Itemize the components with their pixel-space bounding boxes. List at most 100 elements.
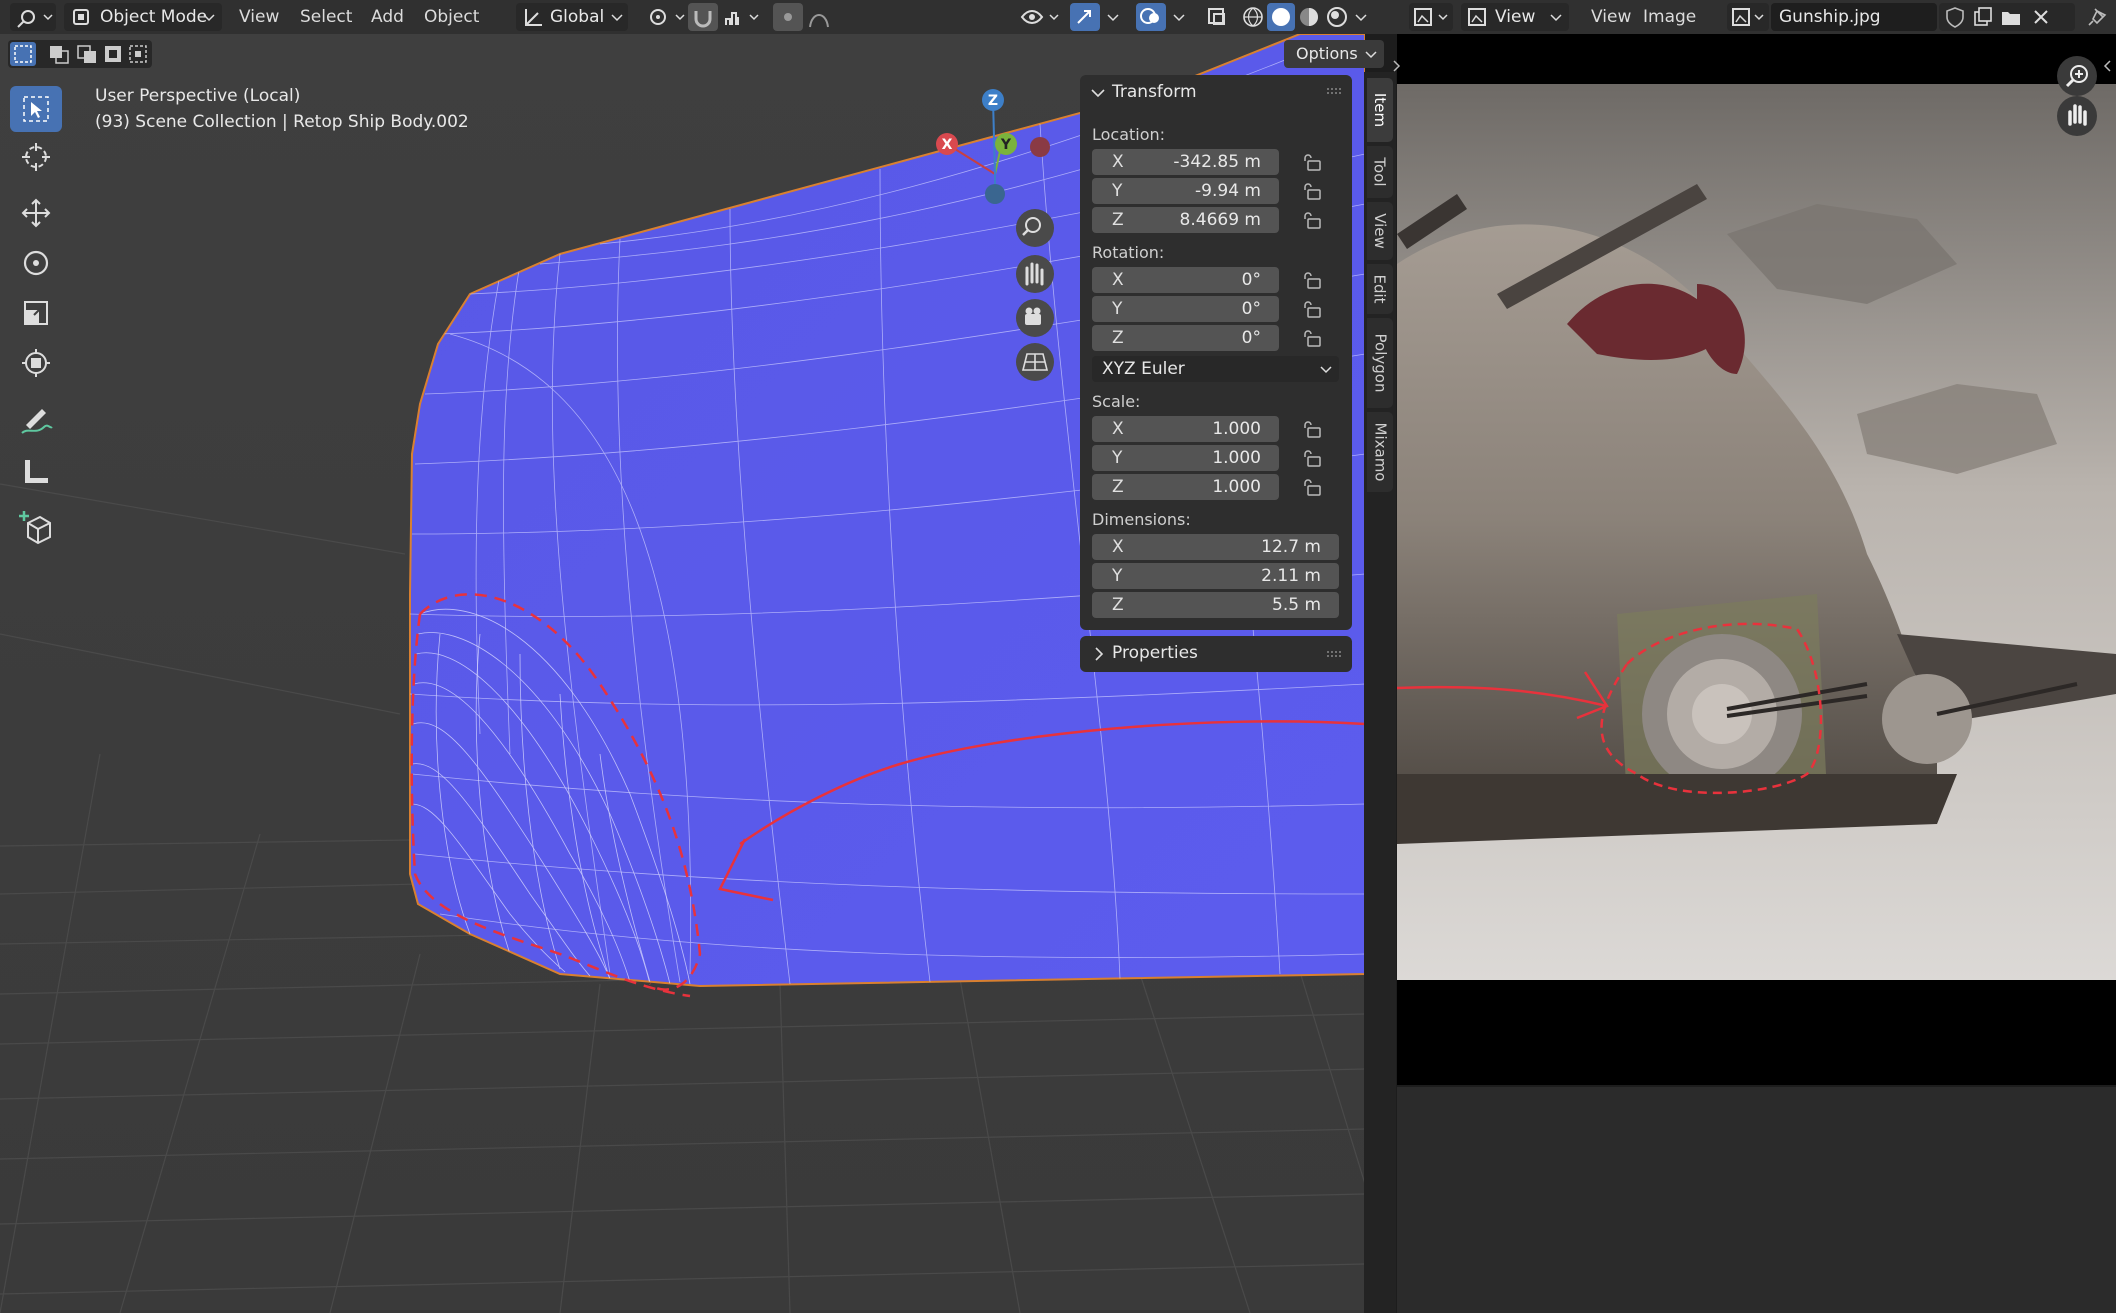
xray-icon[interactable]: [1205, 5, 1231, 29]
rotation-mode-dropdown[interactable]: XYZ Euler: [1092, 356, 1339, 382]
expand-arrow-icon[interactable]: [2102, 58, 2112, 74]
unlock-icon[interactable]: [1302, 449, 1322, 467]
unlock-icon[interactable]: [1302, 300, 1322, 318]
tool-move[interactable]: [10, 190, 62, 236]
pan-button[interactable]: [2057, 96, 2097, 136]
tab-label: Tool: [1371, 157, 1390, 187]
image-browse-button[interactable]: [1727, 3, 1769, 31]
scale-icon: [24, 301, 48, 325]
mode-selector[interactable]: Object Mode: [64, 3, 222, 31]
tab-tool[interactable]: Tool: [1367, 146, 1393, 198]
location-z-field[interactable]: Z 8.4669 m: [1092, 207, 1279, 233]
proportional-edit-toggle[interactable]: [773, 3, 803, 31]
snap-target-icon[interactable]: [722, 5, 766, 29]
tab-edit[interactable]: Edit: [1367, 264, 1393, 314]
location-x-field[interactable]: X -342.85 m: [1092, 149, 1279, 175]
visibility-icon[interactable]: [1020, 5, 1064, 29]
proportional-edit-icon: [784, 13, 792, 21]
tool-rotate[interactable]: [10, 240, 62, 286]
unlock-icon[interactable]: [1302, 329, 1322, 347]
dimensions-x-field[interactable]: X 12.7 m: [1092, 534, 1339, 560]
pivot-point-icon[interactable]: [646, 5, 690, 29]
properties-panel[interactable]: Properties: [1080, 636, 1352, 672]
menu-add[interactable]: Add: [365, 4, 410, 30]
zoom-button[interactable]: [2057, 56, 2097, 96]
tool-cursor[interactable]: [10, 134, 62, 180]
material-shading-icon[interactable]: [1297, 5, 1321, 29]
chevron-down-icon[interactable]: [1104, 5, 1124, 29]
dimensions-y-field[interactable]: Y 2.11 m: [1092, 563, 1339, 589]
image-actions-group: [1939, 3, 2075, 31]
tool-select-box[interactable]: [10, 86, 62, 132]
unlock-icon[interactable]: [1302, 182, 1322, 200]
collapse-arrow-icon[interactable]: [1392, 58, 1402, 74]
open-folder-icon[interactable]: [1999, 5, 2023, 29]
location-y-field[interactable]: Y -9.94 m: [1092, 178, 1279, 204]
rotation-y-field[interactable]: Y 0°: [1092, 296, 1279, 322]
overlay-toggle[interactable]: [1136, 3, 1166, 31]
view-mode-dropdown[interactable]: View: [1461, 3, 1569, 31]
image-editor-canvas[interactable]: [1397, 34, 2116, 1085]
menu-view[interactable]: View: [1585, 4, 1637, 30]
rotation-z-field[interactable]: Z 0°: [1092, 325, 1279, 351]
tab-item[interactable]: Item: [1367, 78, 1393, 142]
tab-mixamo[interactable]: Mixamo: [1367, 412, 1393, 492]
select-invert-icon[interactable]: [101, 42, 127, 66]
scale-y-field[interactable]: Y 1.000: [1092, 445, 1279, 471]
rendered-shading-icon[interactable]: [1325, 5, 1349, 29]
close-icon[interactable]: [2029, 5, 2053, 29]
wireframe-shading-icon[interactable]: [1241, 5, 1265, 29]
drag-handle-icon[interactable]: [1326, 650, 1342, 658]
tool-scale[interactable]: [10, 290, 62, 336]
menu-image[interactable]: Image: [1637, 4, 1702, 30]
tab-polygon[interactable]: Polygon: [1367, 318, 1393, 408]
gizmo-toggle[interactable]: [1070, 3, 1100, 31]
axis-label: X: [1112, 152, 1124, 172]
solid-shading-button[interactable]: [1267, 3, 1295, 31]
field-value: 12.7 m: [1261, 537, 1321, 557]
unlock-icon[interactable]: [1302, 153, 1322, 171]
select-extend-icon[interactable]: [46, 42, 72, 66]
chevron-right-icon: [1095, 647, 1104, 661]
duplicate-icon[interactable]: [1971, 5, 1995, 29]
dimensions-z-field[interactable]: Z 5.5 m: [1092, 592, 1339, 618]
image-browse-icon: [1732, 8, 1764, 26]
tool-annotate[interactable]: [10, 398, 62, 444]
add-cube-icon: [19, 511, 51, 545]
chevron-down-icon: [1365, 51, 1377, 59]
tool-transform[interactable]: [10, 340, 62, 386]
drag-handle-icon[interactable]: [1326, 87, 1342, 95]
menu-select[interactable]: Select: [294, 4, 358, 30]
menu-view[interactable]: View: [233, 4, 285, 30]
chevron-down-icon[interactable]: [1352, 5, 1372, 29]
tool-measure[interactable]: [10, 448, 62, 494]
select-intersect-icon[interactable]: [126, 42, 152, 66]
sidebar-tabs: Item Tool View Edit Polygon Mixamo: [1364, 72, 1396, 1313]
collapse-chevron-icon[interactable]: [1090, 85, 1106, 101]
unlock-icon[interactable]: [1302, 211, 1322, 229]
tool-add-cube[interactable]: [10, 504, 62, 550]
menu-object[interactable]: Object: [418, 4, 485, 30]
unlock-icon[interactable]: [1302, 478, 1322, 496]
scale-x-field[interactable]: X 1.000: [1092, 416, 1279, 442]
options-dropdown[interactable]: Options: [1284, 40, 1384, 68]
dimensions-label: Dimensions:: [1092, 510, 1191, 529]
tab-view[interactable]: View: [1367, 202, 1393, 260]
select-subtract-icon[interactable]: [74, 42, 100, 66]
unlock-icon[interactable]: [1302, 420, 1322, 438]
image-name-field[interactable]: Gunship.jpg: [1771, 3, 1937, 31]
select-new-button[interactable]: [10, 42, 36, 66]
transform-panel-title[interactable]: Transform: [1112, 82, 1197, 102]
editor-type-selector[interactable]: [10, 3, 56, 31]
unlock-icon[interactable]: [1302, 271, 1322, 289]
chevron-down-icon[interactable]: [1170, 5, 1190, 29]
fake-user-shield-icon[interactable]: [1943, 5, 1967, 29]
scale-z-field[interactable]: Z 1.000: [1092, 474, 1279, 500]
snap-toggle[interactable]: [688, 3, 718, 31]
rotation-x-field[interactable]: X 0°: [1092, 267, 1279, 293]
orientation-selector[interactable]: Global: [516, 3, 628, 31]
scale-label: Scale:: [1092, 392, 1141, 411]
editor-type-selector[interactable]: [1409, 3, 1453, 31]
falloff-icon[interactable]: [806, 5, 842, 29]
pin-icon[interactable]: [2085, 5, 2109, 29]
